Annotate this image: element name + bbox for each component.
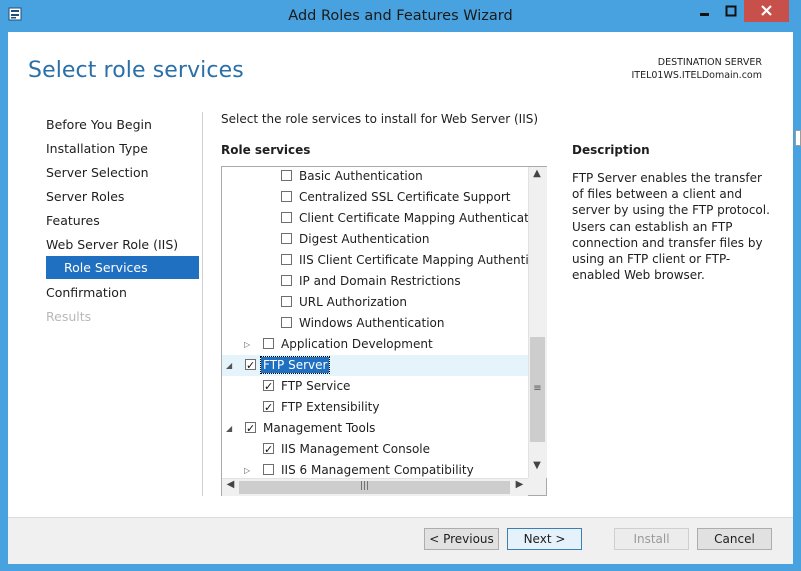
- nav-item-web-server-role[interactable]: Web Server Role (IIS): [46, 234, 198, 256]
- tree-collapsed-icon[interactable]: ▷: [244, 460, 254, 478]
- tree-item-label[interactable]: Digest Authentication: [299, 229, 429, 250]
- nav-item-installation-type[interactable]: Installation Type: [46, 138, 198, 160]
- tree-expanded-icon[interactable]: ◢: [226, 418, 236, 439]
- scroll-grip-icon: ≡: [533, 383, 542, 394]
- maximize-button[interactable]: [718, 0, 744, 22]
- tree-checkbox[interactable]: [281, 233, 292, 244]
- tree-item-label[interactable]: IIS Client Certificate Mapping Authentic…: [299, 250, 528, 271]
- nav-item-results: Results: [46, 309, 92, 324]
- window-frame-right: [793, 32, 801, 571]
- tree-checkbox[interactable]: [245, 355, 256, 376]
- scroll-left-arrow-icon[interactable]: ◀: [222, 479, 239, 495]
- tree-item-label[interactable]: URL Authorization: [299, 292, 407, 313]
- nav-divider: [202, 112, 203, 496]
- tree-row[interactable]: Digest Authentication: [222, 229, 528, 250]
- maximize-icon: [725, 5, 737, 17]
- tree-item-label[interactable]: FTP Extensibility: [281, 397, 379, 418]
- cancel-button[interactable]: Cancel: [697, 528, 772, 550]
- tree-item-label[interactable]: IIS Management Console: [281, 439, 430, 460]
- next-button[interactable]: Next >: [507, 528, 582, 550]
- tree-checkbox[interactable]: [263, 338, 274, 349]
- tree-row[interactable]: Client Certificate Mapping Authenticatio…: [222, 208, 528, 229]
- tree-row[interactable]: FTP Extensibility: [222, 397, 528, 418]
- scrollbar-corner: [528, 478, 546, 495]
- tree-row[interactable]: IP and Domain Restrictions: [222, 271, 528, 292]
- tree-checkbox[interactable]: [281, 191, 292, 202]
- tree-item-label[interactable]: Client Certificate Mapping Authenticatio…: [299, 208, 528, 229]
- tree-item-label[interactable]: IIS 6 Management Compatibility: [281, 460, 474, 478]
- tree-item-label[interactable]: Basic Authentication: [299, 167, 423, 187]
- tree-row[interactable]: IIS Client Certificate Mapping Authentic…: [222, 250, 528, 271]
- minimize-button[interactable]: [692, 0, 718, 22]
- role-services-tree[interactable]: Basic Authentication Centralized SSL Cert…: [222, 167, 528, 478]
- tree-row[interactable]: ◢ Management Tools: [222, 418, 528, 439]
- window-frame-bottom: [0, 563, 801, 571]
- tree-row[interactable]: ▷ IIS 6 Management Compatibility: [222, 460, 528, 478]
- nav-item-server-roles[interactable]: Server Roles: [46, 186, 198, 208]
- close-icon: [761, 5, 772, 16]
- nav-item-before-you-begin[interactable]: Before You Begin: [46, 114, 198, 136]
- tree-item-label[interactable]: Windows Authentication: [299, 313, 444, 334]
- nav-item-confirmation[interactable]: Confirmation: [46, 282, 198, 304]
- scroll-down-arrow-icon[interactable]: ▼: [528, 460, 546, 477]
- description-heading: Description: [572, 143, 650, 157]
- tree-row[interactable]: ◢ FTP Server: [222, 355, 528, 376]
- tree-checkbox[interactable]: [281, 275, 292, 286]
- tree-row[interactable]: Basic Authentication: [222, 167, 528, 187]
- horizontal-scroll-thumb[interactable]: [239, 481, 510, 494]
- install-button: Install: [614, 528, 689, 550]
- tree-row[interactable]: FTP Service: [222, 376, 528, 397]
- tree-item-label[interactable]: FTP Service: [281, 376, 350, 397]
- tree-row[interactable]: ▷ Application Development: [222, 334, 528, 355]
- role-services-heading: Role services: [221, 143, 311, 157]
- window-title: Add Roles and Features Wizard: [288, 8, 513, 24]
- tree-row[interactable]: Centralized SSL Certificate Support: [222, 187, 528, 208]
- tree-checkbox[interactable]: [281, 317, 292, 328]
- tree-row[interactable]: URL Authorization: [222, 292, 528, 313]
- tree-checkbox[interactable]: [281, 254, 292, 265]
- tree-checkbox[interactable]: [281, 170, 292, 181]
- description-text: FTP Server enables the transfer of files…: [572, 171, 770, 283]
- previous-button[interactable]: < Previous: [424, 528, 499, 550]
- nav-item-features[interactable]: Features: [46, 210, 198, 232]
- tree-expanded-icon[interactable]: ◢: [226, 355, 236, 376]
- page-title: Select role services: [28, 58, 244, 83]
- nav-item-server-selection[interactable]: Server Selection: [46, 162, 198, 184]
- tree-checkbox[interactable]: [245, 418, 256, 439]
- tree-item-label[interactable]: Application Development: [281, 334, 433, 355]
- destination-server-name: ITEL01WS.ITELDomain.com: [631, 70, 762, 81]
- tree-row[interactable]: Windows Authentication: [222, 313, 528, 334]
- tree-item-label[interactable]: FTP Server: [259, 356, 331, 374]
- window-frame-left: [0, 32, 8, 571]
- tree-checkbox[interactable]: [263, 439, 274, 460]
- tree-checkbox[interactable]: [263, 376, 274, 397]
- tree-item-label[interactable]: Centralized SSL Certificate Support: [299, 187, 510, 208]
- minimize-icon: [700, 13, 709, 16]
- tree-row[interactable]: IIS Management Console: [222, 439, 528, 460]
- close-button[interactable]: [744, 0, 789, 22]
- nav-item-role-services[interactable]: Role Services: [46, 256, 199, 279]
- instruction-text: Select the role services to install for …: [221, 112, 539, 126]
- destination-server-label: DESTINATION SERVER: [657, 57, 762, 68]
- tree-collapsed-icon[interactable]: ▷: [244, 334, 254, 355]
- tree-checkbox[interactable]: [263, 397, 274, 418]
- tree-item-label[interactable]: IP and Domain Restrictions: [299, 271, 461, 292]
- scroll-grip-icon: |||: [360, 481, 370, 491]
- scroll-up-arrow-icon[interactable]: ▲: [528, 168, 546, 185]
- tree-checkbox[interactable]: [281, 296, 292, 307]
- resize-handle[interactable]: [795, 130, 801, 146]
- tree-checkbox[interactable]: [263, 464, 274, 475]
- tree-checkbox[interactable]: [281, 212, 292, 223]
- scroll-right-arrow-icon[interactable]: ▶: [511, 479, 528, 495]
- tree-item-label[interactable]: Management Tools: [263, 418, 375, 439]
